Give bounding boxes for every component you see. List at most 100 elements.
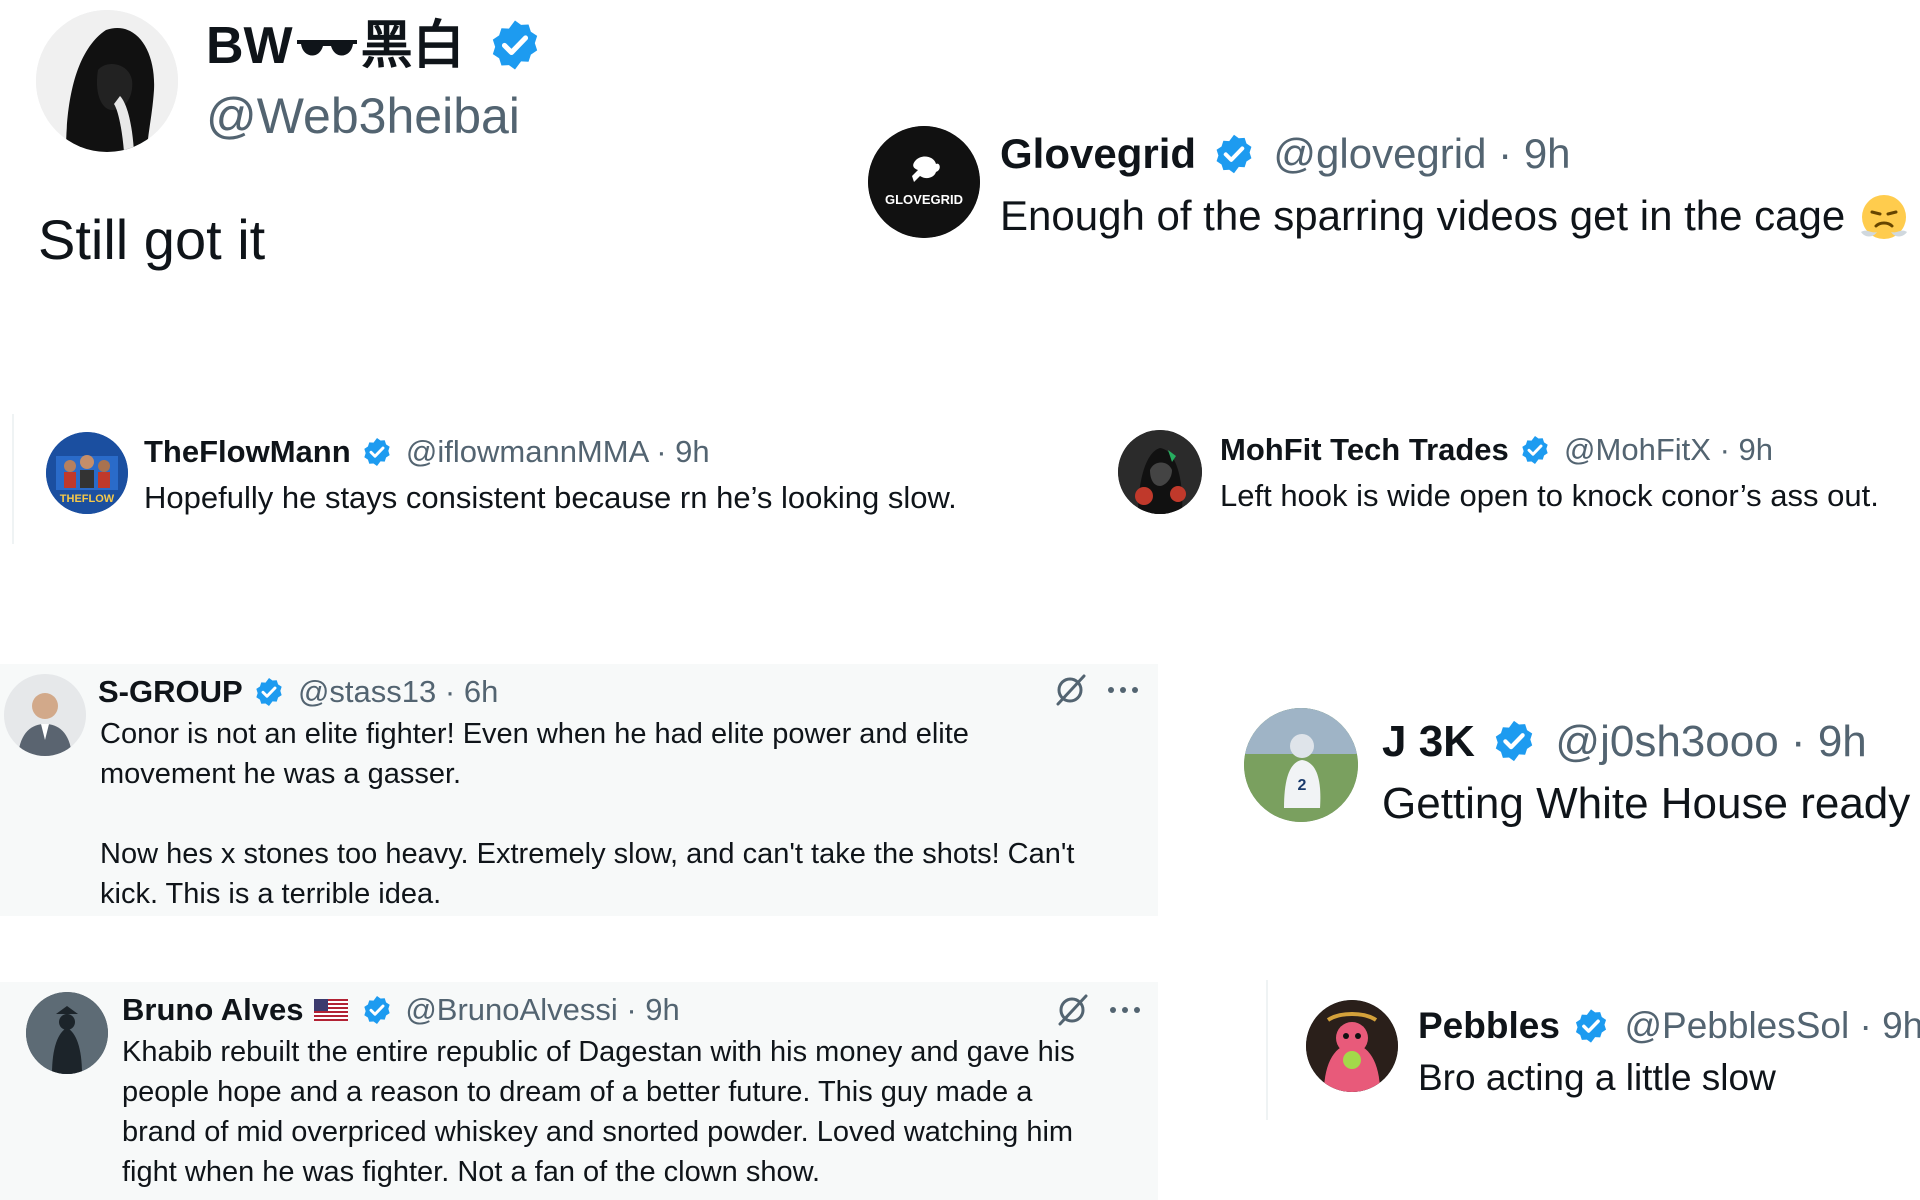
author-line: Glovegrid @glovegrid · 9h [1000,128,1571,180]
handle[interactable]: @j0sh3ooo [1555,717,1778,766]
tweet-text: Getting White House ready [1382,779,1911,828]
tweet-text-line: kick. This is a terrible idea. [100,878,442,910]
display-name-suffix[interactable]: 黑白 [361,17,465,75]
tweet-text-line: Conor is not an elite fighter! Even when… [100,718,969,750]
tweet-text: Bro acting a little slow [1418,1057,1776,1098]
tweet-text-line: people hope and a reason to dream of a b… [122,1076,1033,1108]
handle[interactable]: @BrunoAlvessi [405,992,617,1027]
author-line: MohFit Tech Trades @MohFitX · 9h [1220,430,1773,470]
more-options-icon[interactable] [1108,1000,1142,1020]
tweet-text: Left hook is wide open to knock conor’s … [1220,478,1879,513]
timestamp[interactable]: 6h [464,674,498,709]
tweet-s-group[interactable]: S-GROUP @stass13 · 6h Conor is not an el… [0,664,1158,916]
display-name[interactable]: Pebbles [1418,1005,1560,1046]
display-name[interactable]: J 3K [1382,717,1475,766]
thread-line [12,414,14,544]
avatar[interactable] [36,10,178,152]
sunglasses-icon [295,34,359,64]
timestamp[interactable]: 9h [645,992,679,1027]
tweet-j3k[interactable]: 2 J 3K @j0sh3ooo · 9h Getting White Hous… [1230,690,1920,850]
avatar[interactable] [1306,1000,1398,1092]
svg-text:GLOVEGRID: GLOVEGRID [885,192,963,207]
verified-badge-icon [1572,1007,1610,1045]
verified-badge-icon [253,676,285,708]
warrior-silhouette-icon [26,992,108,1074]
tweet-text-line: movement he was a gasser. [100,758,462,790]
verified-badge-icon [361,436,393,468]
thread-line [1266,980,1268,1120]
tweet-text-line [100,794,1074,834]
tweet-text: Conor is not an elite fighter! Even when… [100,714,1074,914]
tweet-text: Khabib rebuilt the entire republic of Da… [122,1032,1075,1192]
handle[interactable]: @PebblesSol [1624,1005,1849,1046]
handle[interactable]: @glovegrid [1273,130,1486,177]
handle[interactable]: @Web3heibai [206,86,520,146]
verified-badge-icon [1212,132,1256,176]
football-player-icon: 2 [1244,708,1358,822]
hooded-figure-icon [36,10,178,152]
handle[interactable]: @MohFitX [1564,432,1711,467]
verified-badge-icon [1491,718,1537,764]
handle[interactable]: @stass13 [298,674,436,709]
author-line: Bruno Alves @BrunoAlvessi · 9h [122,990,680,1030]
avatar[interactable] [1118,430,1202,514]
tweet-bw[interactable]: BW 黑白 @Web3heibai Still got it [0,0,700,300]
tweet-text-line: Khabib rebuilt the entire republic of Da… [122,1036,1075,1068]
avatar[interactable]: 2 [1244,708,1358,822]
tweet-theflowmann[interactable]: THEFLOW TheFlowMann @iflowmannMMA · 9h H… [12,414,1072,544]
timestamp[interactable]: 9h [1882,1005,1920,1046]
display-name[interactable]: TheFlowMann [144,434,351,469]
display-name[interactable]: Glovegrid [1000,130,1196,177]
timestamp[interactable]: 9h [1739,432,1773,467]
verified-badge-icon [361,994,393,1026]
tweet-text-content: Enough of the sparring videos get in the… [1000,192,1846,239]
glovegrid-logo-icon: GLOVEGRID [868,126,980,238]
author-line: S-GROUP @stass13 · 6h [98,672,498,712]
display-name[interactable]: MohFit Tech Trades [1220,432,1509,467]
tweet-text-line: brand of mid overpriced whiskey and snor… [122,1116,1074,1148]
author-line: BW 黑白 [206,14,543,78]
man-in-suit-icon [4,674,86,756]
avatar[interactable]: THEFLOW [46,432,128,514]
author-line: TheFlowMann @iflowmannMMA · 9h [144,432,710,472]
us-flag-icon [314,998,349,1021]
hooded-fighter-icon [1118,430,1202,514]
grok-icon[interactable] [1052,672,1088,708]
more-options-icon[interactable] [1106,680,1140,700]
author-line: J 3K @j0sh3ooo · 9h [1382,714,1867,770]
display-name[interactable]: BW [206,17,293,75]
svg-text:THEFLOW: THEFLOW [60,493,115,505]
separator: · [1859,1005,1872,1046]
timestamp[interactable]: 9h [675,434,709,469]
separator: · [626,992,637,1027]
separator: · [1790,717,1806,766]
separator: · [444,674,456,709]
separator: · [1719,432,1730,467]
pebbles-cartoon-icon [1306,1000,1398,1092]
tweet-text: Enough of the sparring videos get in the… [1000,188,1911,244]
separator: · [1498,130,1513,177]
tweet-pebbles[interactable]: Pebbles @PebblesSol · 9h Bro acting a li… [1266,980,1920,1120]
tweet-mohfit[interactable]: MohFit Tech Trades @MohFitX · 9h Left ho… [1110,414,1920,544]
timestamp[interactable]: 9h [1524,130,1571,177]
handle[interactable]: @iflowmannMMA [406,434,648,469]
tweet-text-line: Now hes x stones too heavy. Extremely sl… [100,838,1075,870]
separator: · [656,434,667,469]
avatar[interactable] [26,992,108,1074]
timestamp[interactable]: 9h [1818,717,1867,766]
avatar[interactable] [4,674,86,756]
display-name[interactable]: Bruno Alves [122,992,303,1027]
svg-text:2: 2 [1298,777,1307,794]
verified-badge-icon [1519,434,1551,466]
tweet-glovegrid[interactable]: GLOVEGRID Glovegrid @glovegrid · 9h Enou… [860,110,1920,260]
grok-icon[interactable] [1054,992,1090,1028]
face-with-steam-from-nose-icon [1857,188,1911,242]
tweet-bruno-alves[interactable]: Bruno Alves @BrunoAlvessi · 9h Khabib re… [0,982,1158,1200]
avatar[interactable]: GLOVEGRID [868,126,980,238]
team-photo-icon: THEFLOW [46,432,128,514]
verified-badge-icon [487,17,543,73]
author-line: Pebbles @PebblesSol · 9h [1418,1002,1920,1050]
display-name[interactable]: S-GROUP [98,674,243,709]
tweet-text: Still got it [38,208,266,271]
tweet-text-line: fight when he was fighter. Not a fan of … [122,1156,821,1188]
